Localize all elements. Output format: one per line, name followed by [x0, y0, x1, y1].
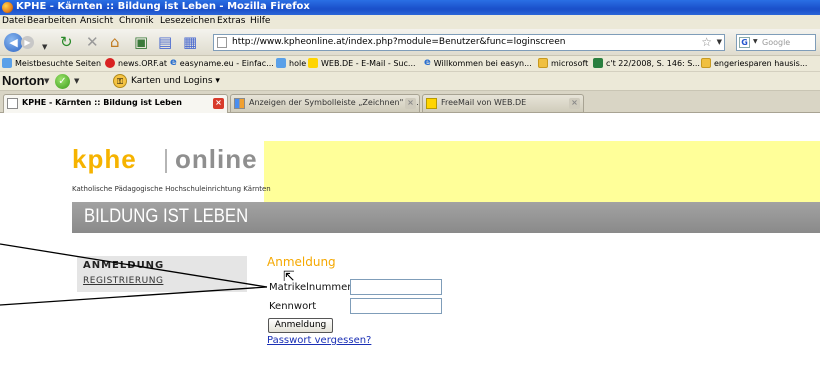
page-content: kphe online Katholische Pädagogische Hoc…: [0, 113, 820, 383]
ct-icon: [593, 58, 603, 68]
logo-separator: [165, 149, 167, 173]
menu-ansicht[interactable]: Ansicht: [80, 16, 113, 26]
banner-text: BILDUNG IST LEBEN: [84, 206, 249, 227]
orf-icon: [105, 58, 115, 68]
url-dropdown-icon[interactable]: ▼: [717, 38, 722, 46]
folder-icon: [538, 58, 548, 68]
hole-icon: [276, 58, 286, 68]
browser-window: KPHE - Kärnten :: Bildung ist Leben - Mo…: [0, 0, 820, 383]
logo-online: online: [175, 144, 258, 174]
menu-extras[interactable]: Extras: [217, 16, 245, 26]
kennwort-label: Kennwort: [269, 301, 317, 312]
star-icon[interactable]: ☆: [701, 35, 712, 49]
sidebar-menu: ANMELDUNG REGISTRIERUNG: [77, 256, 247, 292]
tab-kphe[interactable]: KPHE - Kärnten :: Bildung ist Leben ×: [3, 94, 228, 113]
mouse-cursor-icon: ⇱: [283, 269, 295, 285]
page-icon: [2, 58, 12, 68]
norton-logo[interactable]: Norton: [2, 73, 45, 88]
ie-icon: e: [424, 57, 431, 68]
window-title: KPHE - Kärnten :: Bildung ist Leben - Mo…: [16, 1, 310, 12]
menu-hilfe[interactable]: Hilfe: [250, 16, 270, 26]
bookmark-news-orf[interactable]: news.ORF.at: [105, 58, 167, 68]
page-icon[interactable]: ▦: [183, 33, 197, 52]
stop-icon[interactable]: ✕: [86, 33, 99, 52]
menu-bearbeiten[interactable]: Bearbeiten: [27, 16, 76, 26]
ie-icon: e: [170, 57, 177, 68]
logins-key-icon[interactable]: ⚿: [113, 74, 127, 88]
tab-page-icon: [234, 98, 245, 109]
norton-check-dropdown-icon[interactable]: ▼: [74, 77, 79, 85]
back-button[interactable]: ◀ ▶: [2, 33, 36, 52]
bookmark-easyname[interactable]: e easyname.eu - Einfac...: [170, 58, 274, 68]
tab-close-icon[interactable]: ×: [213, 98, 224, 109]
tab-bar: KPHE - Kärnten :: Bildung ist Leben × An…: [0, 91, 820, 113]
slogan-banner: BILDUNG IST LEBEN: [72, 202, 820, 233]
search-box[interactable]: G ▼ Google: [736, 34, 816, 51]
firefox-icon: [2, 2, 13, 13]
tab-close-icon[interactable]: ×: [405, 98, 416, 109]
login-title: Anmeldung: [267, 255, 336, 269]
bookmark-energiesparen[interactable]: engeriesparen hausis...: [701, 58, 807, 68]
kennwort-input[interactable]: [350, 298, 442, 314]
url-text[interactable]: http://www.kpheonline.at/index.php?modul…: [232, 37, 565, 47]
matrikelnummer-label: Matrikelnummer: [269, 282, 352, 293]
norton-check-icon[interactable]: ✓: [55, 74, 70, 89]
menu-datei[interactable]: Datei: [2, 16, 26, 26]
bookmark-ct[interactable]: c't 22/2008, S. 146: S...: [593, 58, 700, 68]
norton-dropdown-icon[interactable]: ▼: [44, 77, 49, 85]
logo-kphe: kphe: [72, 144, 137, 174]
bookmark-webde[interactable]: WEB.DE - E-Mail - Suc...: [308, 58, 416, 68]
bookmark-microsoft[interactable]: microsoft: [538, 58, 588, 68]
tab-close-icon[interactable]: ×: [569, 98, 580, 109]
folder-icon: [701, 58, 711, 68]
header-band: [264, 141, 820, 202]
site-icon: [217, 37, 227, 48]
bookmark-hole[interactable]: hole: [276, 58, 306, 68]
bookmarks-toolbar: Meistbesuchte Seiten news.ORF.at e easyna…: [0, 56, 820, 72]
forward-arrow-icon[interactable]: ▶: [21, 36, 34, 49]
tab-page-icon: [7, 98, 18, 109]
norton-toolbar: Norton ▼ ✓ ▼ ⚿ Karten und Logins ▾: [0, 72, 820, 91]
matrikelnummer-input[interactable]: [350, 279, 442, 295]
download-icon[interactable]: ▣: [134, 33, 148, 52]
bookmark-willkommen[interactable]: e Willkommen bei easyn...: [424, 58, 532, 68]
sidebar-item-anmeldung[interactable]: ANMELDUNG: [83, 260, 164, 271]
title-bar: KPHE - Kärnten :: Bildung ist Leben - Mo…: [0, 0, 820, 15]
tab-zeichnen[interactable]: Anzeigen der Symbolleiste „Zeichnen" - .…: [230, 94, 420, 112]
bookmark-toolbar-icon[interactable]: ▤: [158, 33, 172, 52]
tab-page-icon: [426, 98, 437, 109]
passwort-vergessen-link[interactable]: Passwort vergessen?: [267, 335, 371, 346]
bookmark-meistbesuchte[interactable]: Meistbesuchte Seiten: [2, 58, 101, 68]
google-icon[interactable]: G: [739, 37, 750, 48]
navigation-toolbar: ◀ ▶ ▼ ↻ ✕ ⌂ ▣ ▤ ▦ http://www.kpheonline.…: [0, 29, 820, 56]
home-icon[interactable]: ⌂: [110, 33, 120, 52]
history-dropdown-icon[interactable]: ▼: [42, 37, 47, 56]
menu-bar: Datei Bearbeiten Ansicht Chronik Lesezei…: [0, 15, 820, 29]
sidebar-item-registrierung[interactable]: REGISTRIERUNG: [83, 276, 163, 286]
menu-chronik[interactable]: Chronik: [119, 16, 153, 26]
reload-icon[interactable]: ↻: [60, 33, 73, 52]
webde-icon: [308, 58, 318, 68]
search-engine-dropdown-icon[interactable]: ▼: [753, 38, 758, 45]
address-bar[interactable]: http://www.kpheonline.at/index.php?modul…: [213, 34, 725, 51]
karten-logins-button[interactable]: Karten und Logins ▾: [131, 76, 220, 86]
anmeldung-button[interactable]: Anmeldung: [268, 318, 333, 333]
logo-subtitle: Katholische Pädagogische Hochschuleinric…: [72, 185, 271, 193]
menu-lesezeichen[interactable]: Lesezeichen: [160, 16, 215, 26]
search-placeholder[interactable]: Google: [762, 38, 790, 47]
tab-webde[interactable]: FreeMail von WEB.DE ×: [422, 94, 584, 112]
